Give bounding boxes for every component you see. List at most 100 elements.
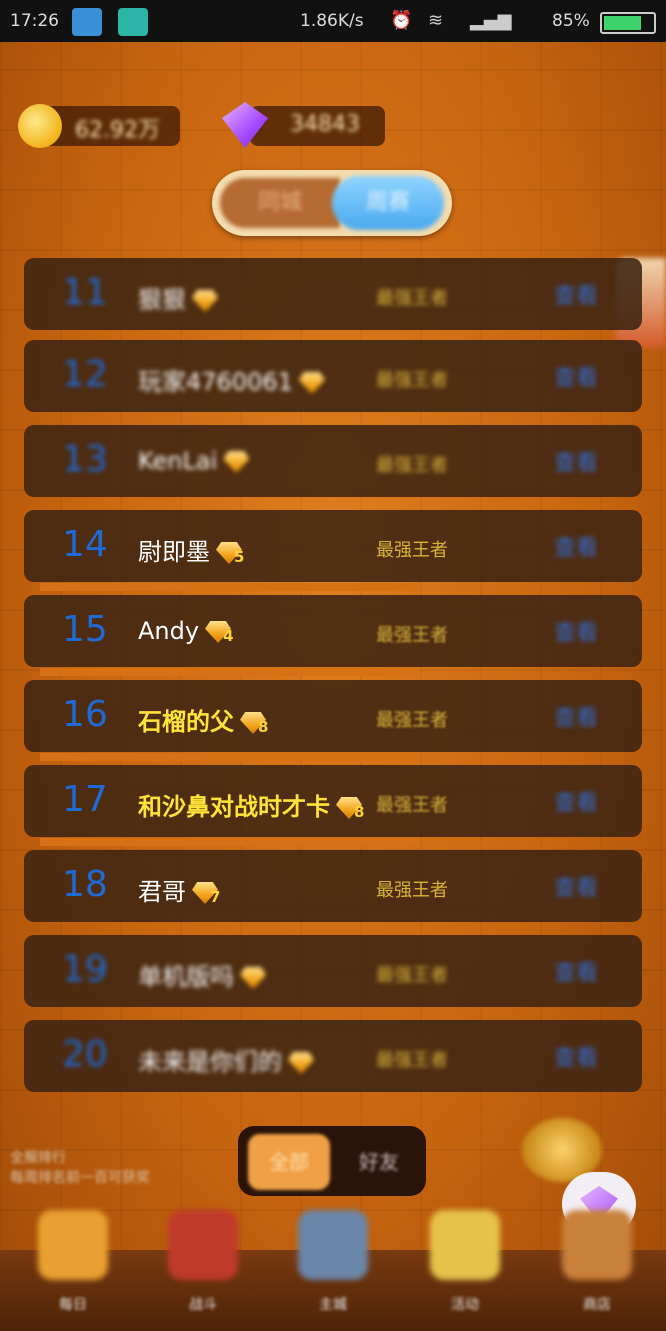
player-name: 尉即墨 5 <box>138 532 244 567</box>
tier-label: 最强王者 <box>376 370 448 391</box>
gem-value: 34843 <box>290 112 360 137</box>
leaderboard-row[interactable]: 13 KenLai 最强王者 查看 <box>24 425 642 497</box>
network-speed: 1.86K/s <box>300 11 364 31</box>
diamond-icon <box>223 451 250 473</box>
view-button[interactable]: 查看 <box>554 700 610 732</box>
player-name-text: 君哥 <box>138 878 186 906</box>
player-name-text: 单机版吗 <box>138 963 234 991</box>
info-line-2: 每周排名前一百可获奖 <box>10 1170 150 1186</box>
alarm-icon: ⏰ <box>390 10 413 31</box>
diamond-icon <box>240 967 266 989</box>
nav-item[interactable]: 战斗 <box>158 1200 248 1320</box>
rank-badge-icon <box>223 449 250 475</box>
view-button[interactable]: 查看 <box>554 360 610 392</box>
tab-local[interactable]: 同城 <box>220 178 340 228</box>
segment-friends[interactable]: 好友 <box>338 1134 420 1190</box>
leaderboard-row[interactable]: 16 石榴的父 8 最强王者 查看 <box>24 680 642 752</box>
view-button[interactable]: 查看 <box>554 870 610 902</box>
nav-label: 战斗 <box>189 1297 217 1313</box>
view-button[interactable]: 查看 <box>554 445 610 477</box>
leaderboard-row[interactable]: 17 和沙鼻对战时才卡 8 最强王者 查看 <box>24 765 642 837</box>
scope-toggle[interactable]: 同城 周赛 <box>212 170 452 236</box>
player-name-text: Andy <box>138 617 200 645</box>
tier-label: 最强王者 <box>376 288 448 309</box>
nav-item[interactable]: 活动 <box>420 1200 510 1320</box>
rank-badge-icon: 5 <box>216 540 244 566</box>
battery-percent: 85% <box>552 11 590 31</box>
nav-label: 每日 <box>59 1297 87 1313</box>
leaderboard-row[interactable]: 18 君哥 7 最强王者 查看 <box>24 850 642 922</box>
badge-level: 8 <box>354 803 365 821</box>
row-separator <box>40 668 420 676</box>
view-button[interactable]: 查看 <box>554 278 610 310</box>
tier-label: 最强王者 <box>376 540 448 561</box>
player-name-text: 和沙鼻对战时才卡 <box>138 793 330 821</box>
rank-number: 18 <box>62 864 108 905</box>
diamond-icon <box>298 372 325 394</box>
tab-weekly[interactable]: 周赛 <box>332 176 444 230</box>
view-button[interactable]: 查看 <box>554 955 610 987</box>
view-button[interactable]: 查看 <box>554 1040 610 1072</box>
player-name-text: KenLai <box>138 447 218 475</box>
player-name-text: 石榴的父 <box>138 708 234 736</box>
rank-number: 15 <box>62 609 108 650</box>
player-name: Andy 4 <box>138 617 234 645</box>
rank-number: 16 <box>62 694 108 735</box>
rank-badge-icon <box>288 1050 314 1076</box>
nav-item[interactable]: 主城 <box>288 1200 378 1320</box>
player-name: 石榴的父 8 <box>138 702 269 737</box>
chest-icon <box>38 1210 108 1280</box>
nav-item[interactable]: 商店 <box>552 1200 642 1320</box>
leaderboard-row[interactable]: 11 狠狠 最强王者 查看 <box>24 258 642 330</box>
view-button[interactable]: 查看 <box>554 785 610 817</box>
rank-number: 20 <box>62 1034 108 1075</box>
rank-badge-icon: 7 <box>192 880 220 906</box>
player-name-text: 未来是你们的 <box>138 1048 282 1076</box>
rank-badge-icon: 8 <box>240 710 269 736</box>
rank-badge-icon <box>240 965 266 991</box>
rank-number: 19 <box>62 949 108 990</box>
rank-badge-icon <box>192 288 218 314</box>
leaderboard-row[interactable]: 19 单机版吗 最强王者 查看 <box>24 935 642 1007</box>
player-name: 狠狠 <box>138 280 218 315</box>
leaderboard-row[interactable]: 14 尉即墨 5 最强王者 查看 <box>24 510 642 582</box>
tier-label: 最强王者 <box>376 455 448 476</box>
leaderboard-row[interactable]: 20 未来是你们的 最强王者 查看 <box>24 1020 642 1092</box>
badge-level: 8 <box>258 718 269 736</box>
filter-segment[interactable]: 全部 好友 <box>238 1126 426 1196</box>
sword-icon <box>168 1210 238 1280</box>
rank-badge-icon <box>298 370 325 396</box>
leaderboard-row[interactable]: 12 玩家4760061 最强王者 查看 <box>24 340 642 412</box>
nav-label: 主城 <box>319 1297 347 1313</box>
player-name: KenLai <box>138 447 250 475</box>
wifi-icon: ≋ <box>428 10 444 31</box>
view-button[interactable]: 查看 <box>554 530 610 562</box>
tier-label: 最强王者 <box>376 965 448 986</box>
player-name: 和沙鼻对战时才卡 8 <box>138 787 365 822</box>
coin-icon <box>18 104 62 148</box>
info-line-1: 全服排行 <box>10 1150 66 1166</box>
view-button[interactable]: 查看 <box>554 615 610 647</box>
player-name-text: 玩家4760061 <box>138 368 293 396</box>
player-name: 君哥 7 <box>138 872 220 907</box>
nav-item[interactable]: 每日 <box>28 1200 118 1320</box>
row-separator <box>40 838 420 846</box>
tier-label: 最强王者 <box>376 710 448 731</box>
player-name: 玩家4760061 <box>138 362 325 397</box>
rank-number: 13 <box>62 439 108 480</box>
segment-all[interactable]: 全部 <box>248 1134 330 1190</box>
player-name-text: 狠狠 <box>138 286 186 314</box>
tier-label: 最强王者 <box>376 880 448 901</box>
rank-number: 17 <box>62 779 108 820</box>
rank-badge-icon: 8 <box>336 795 365 821</box>
leaderboard-row[interactable]: 15 Andy 4 最强王者 查看 <box>24 595 642 667</box>
weather-app-icon <box>72 8 102 36</box>
tier-label: 最强王者 <box>376 625 448 646</box>
signal-icon: ▂▄▆ <box>470 10 512 31</box>
tier-label: 最强王者 <box>376 795 448 816</box>
rank-number: 12 <box>62 354 108 395</box>
row-separator <box>40 753 420 761</box>
diamond-icon <box>288 1052 314 1074</box>
status-time: 17:26 <box>10 11 59 31</box>
tier-label: 最强王者 <box>376 1050 448 1071</box>
